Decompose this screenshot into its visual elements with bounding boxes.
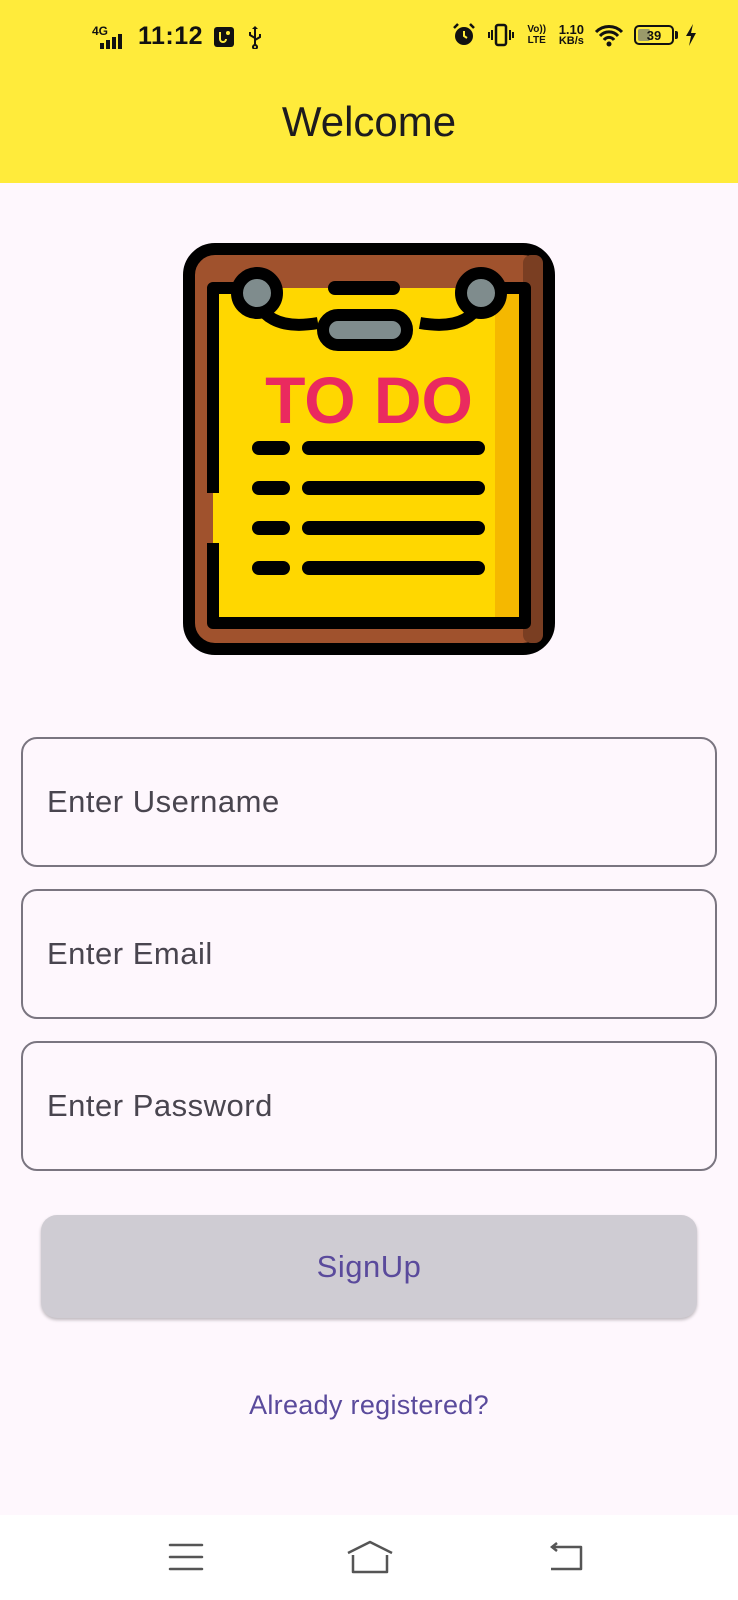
battery-percent: 39	[646, 27, 662, 43]
back-button[interactable]	[536, 1527, 596, 1587]
usb-icon	[249, 25, 262, 49]
back-icon	[549, 1542, 583, 1571]
charging-icon	[686, 24, 696, 46]
signup-button[interactable]: SignUp	[41, 1215, 697, 1318]
usb-settings-icon	[214, 26, 235, 47]
network-speed: 1.10 KB/s	[559, 23, 584, 47]
password-field[interactable]	[21, 1041, 717, 1171]
vibrate-icon	[487, 23, 514, 47]
network-type-label: 4G	[92, 23, 109, 38]
todo-clipboard-icon: TO DO	[183, 243, 555, 655]
status-left: 4G 11:12	[92, 22, 265, 51]
status-right: Vo)) LTE 1.10 KB/s 39	[451, 22, 698, 48]
cellular-signal-icon: 4G	[92, 23, 128, 51]
volte-indicator: Vo)) LTE	[527, 24, 547, 46]
already-registered-link[interactable]: Already registered?	[0, 1390, 738, 1421]
username-field[interactable]	[21, 737, 717, 867]
todo-logo-text: TO DO	[265, 363, 473, 437]
app-bar: 4G 11:12 Vo)) LTE 1.10 KB/s 39 Welcome	[0, 0, 738, 183]
menu-button[interactable]	[156, 1527, 216, 1587]
menu-icon	[168, 1543, 204, 1571]
email-field[interactable]	[21, 889, 717, 1019]
status-bar: 4G 11:12 Vo)) LTE 1.10 KB/s 39	[0, 0, 738, 84]
battery-indicator: 39	[634, 25, 678, 45]
home-icon	[347, 1540, 393, 1574]
system-nav-bar	[0, 1515, 738, 1600]
speed-unit: KB/s	[558, 35, 584, 47]
wifi-icon	[594, 25, 624, 47]
home-button[interactable]	[340, 1527, 400, 1587]
alarm-icon	[452, 23, 475, 45]
status-time: 11:12	[138, 22, 204, 50]
page-title: Welcome	[281, 98, 457, 145]
